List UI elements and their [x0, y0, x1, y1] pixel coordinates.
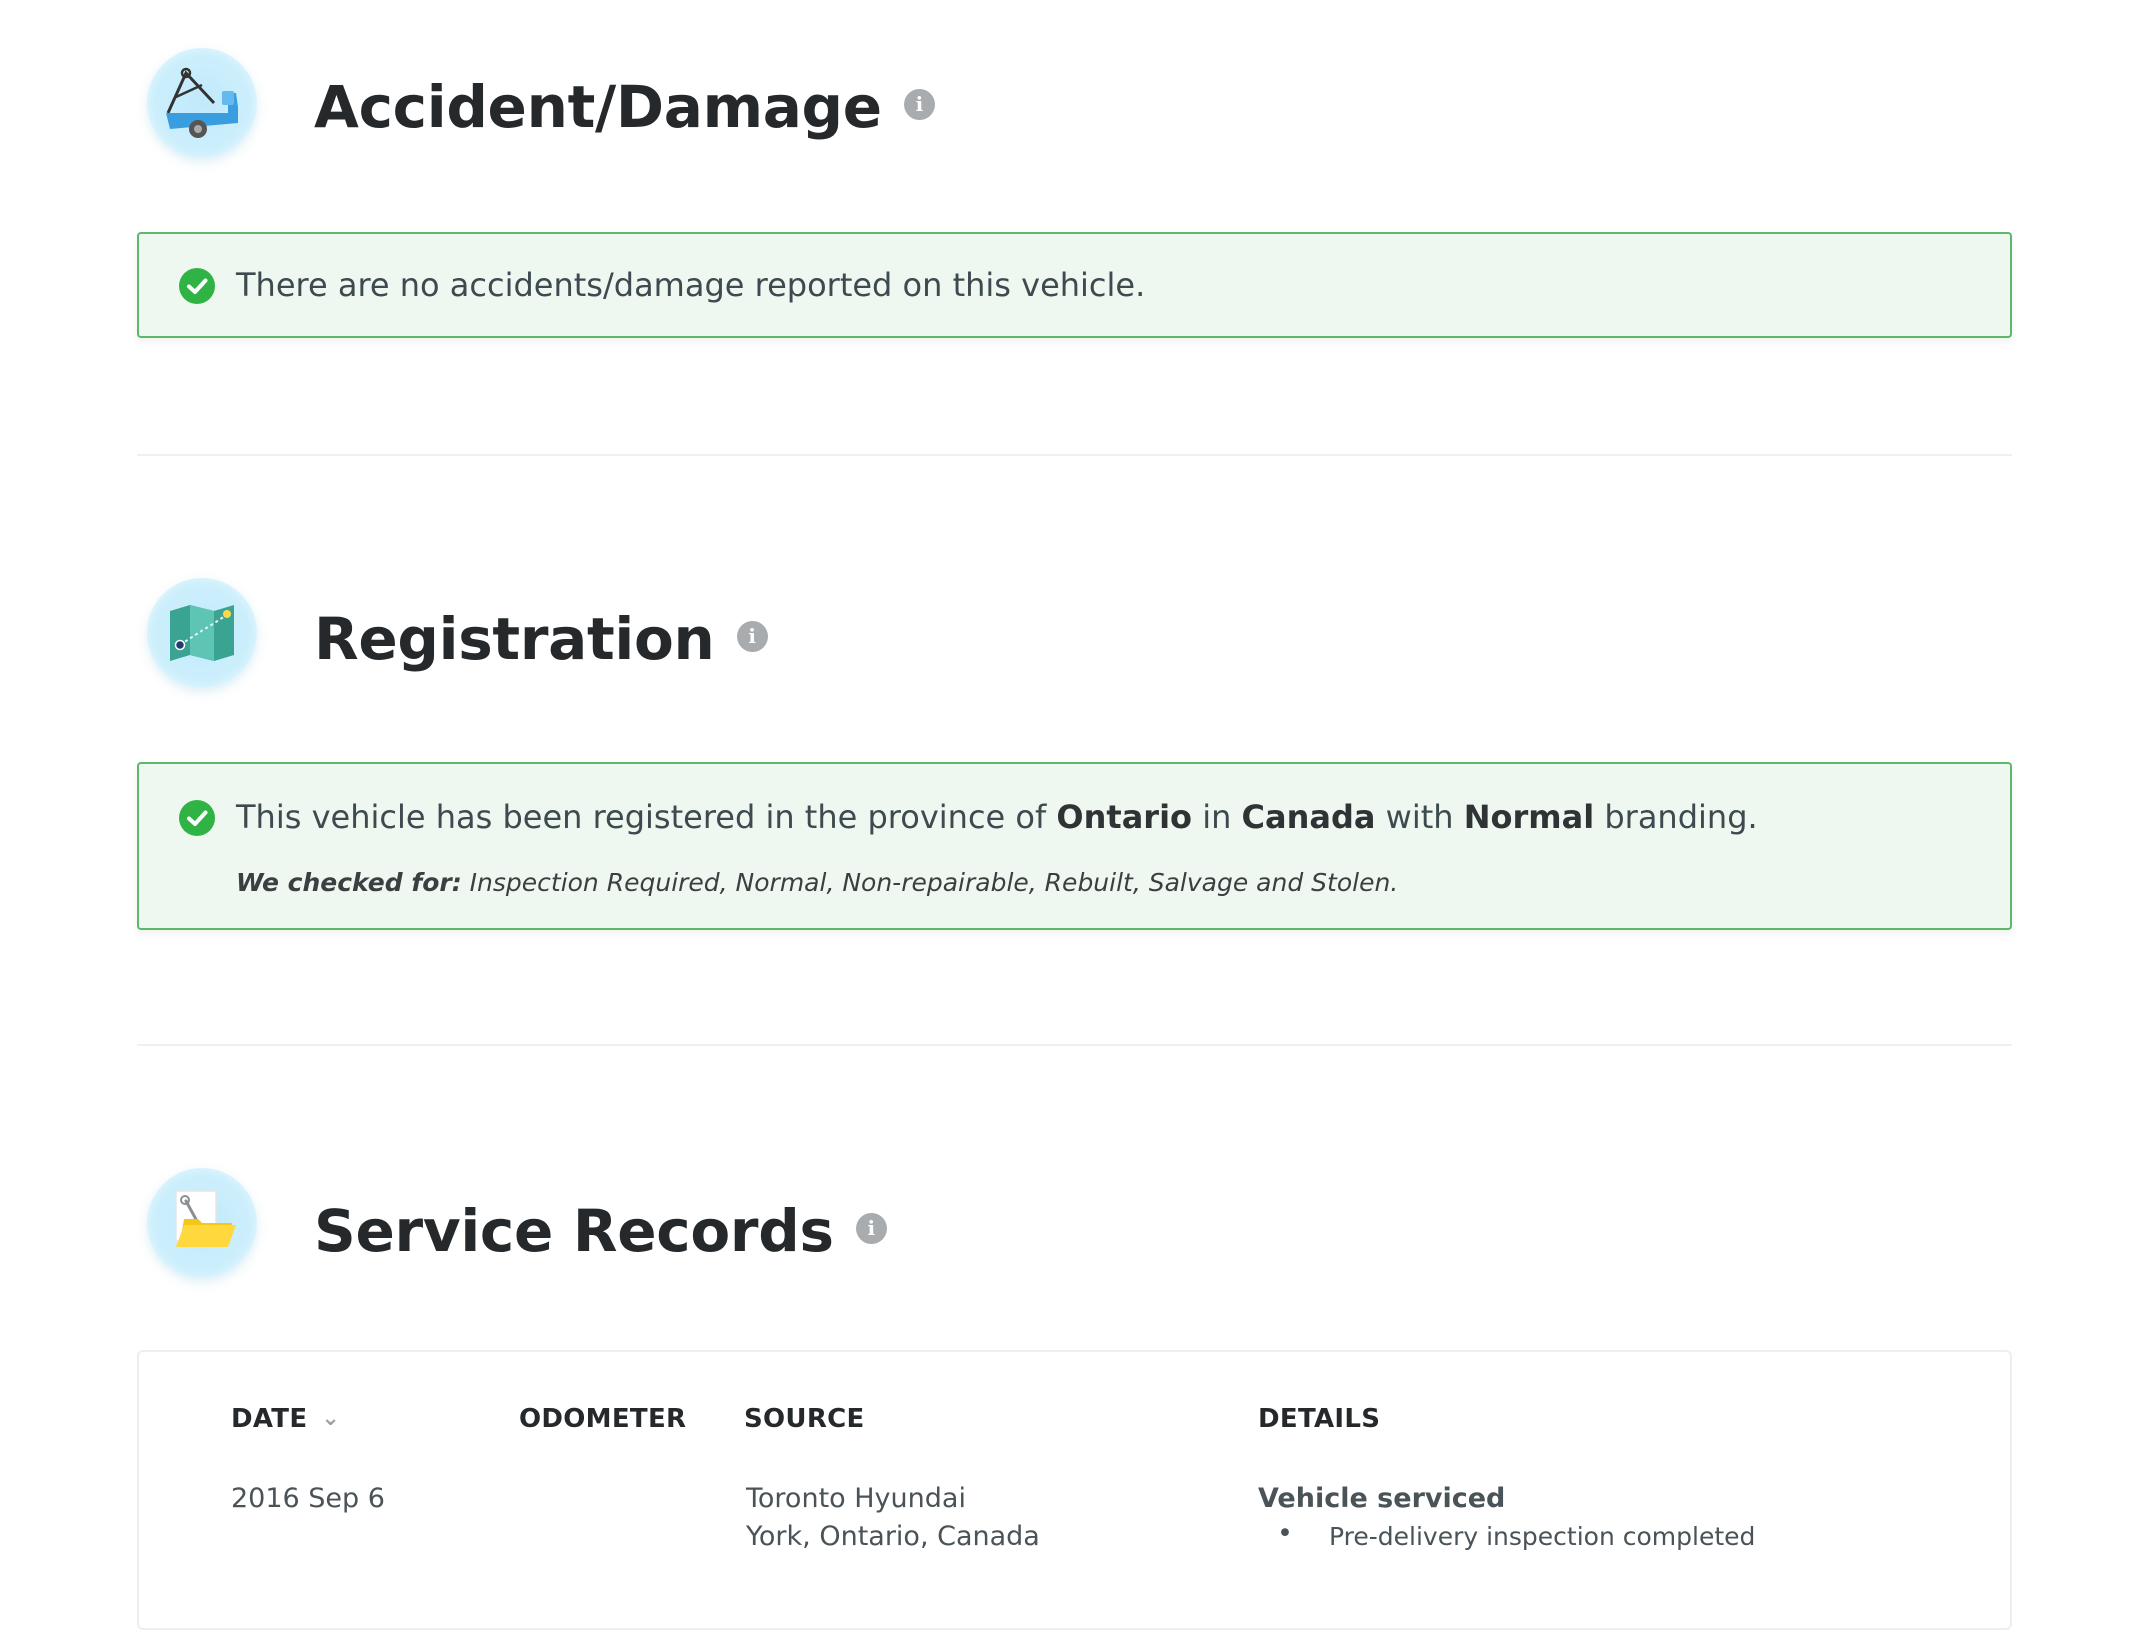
folder-wrench-icon	[147, 1168, 257, 1278]
registration-checked-note: We checked for: Inspection Required, Nor…	[236, 868, 1399, 897]
info-icon[interactable]: i	[855, 1213, 887, 1245]
section-divider	[137, 454, 2012, 456]
section-title-service: Service Records i	[314, 1202, 887, 1260]
section-divider	[137, 1044, 2012, 1046]
row-source-name: Toronto Hyundai	[746, 1483, 966, 1514]
info-icon[interactable]: i	[736, 621, 768, 653]
country: Canada	[1241, 798, 1376, 836]
registration-status-message: This vehicle has been registered in the …	[236, 798, 1758, 836]
service-section-header: Service Records i	[137, 1168, 2012, 1288]
column-header-date[interactable]: DATE ⌄	[231, 1404, 340, 1434]
tow-truck-icon	[147, 48, 257, 158]
column-header-source: SOURCE	[744, 1404, 865, 1434]
section-title-accident: Accident/Damage i	[314, 78, 935, 136]
checked-label: We checked for:	[236, 868, 462, 897]
check-circle-icon	[179, 268, 215, 304]
registration-section-header: Registration i	[137, 578, 2012, 698]
row-details-item: Pre-delivery inspection completed	[1329, 1522, 1756, 1551]
chevron-down-icon[interactable]: ⌄	[321, 1406, 340, 1431]
column-header-odometer: ODOMETER	[519, 1404, 687, 1434]
column-header-details: DETAILS	[1258, 1404, 1381, 1434]
row-details-title: Vehicle serviced	[1258, 1483, 1506, 1514]
row-date: 2016 Sep 6	[231, 1483, 385, 1514]
registration-status-alert: This vehicle has been registered in the …	[137, 762, 2012, 930]
section-title-registration: Registration i	[314, 610, 768, 668]
check-circle-icon	[179, 800, 215, 836]
bullet-dot: •	[1277, 1518, 1293, 1549]
branding: Normal	[1463, 798, 1595, 836]
province: Ontario	[1056, 798, 1193, 836]
accident-section-header: Accident/Damage i	[137, 48, 2012, 168]
service-records-table: DATE ⌄ ODOMETER SOURCE DETAILS 2016 Sep 6…	[137, 1350, 2012, 1630]
row-source-location: York, Ontario, Canada	[746, 1521, 1040, 1552]
accident-status-alert: There are no accidents/damage reported o…	[137, 232, 2012, 338]
info-icon[interactable]: i	[903, 89, 935, 121]
accident-status-message: There are no accidents/damage reported o…	[236, 266, 1146, 304]
map-icon	[147, 578, 257, 688]
